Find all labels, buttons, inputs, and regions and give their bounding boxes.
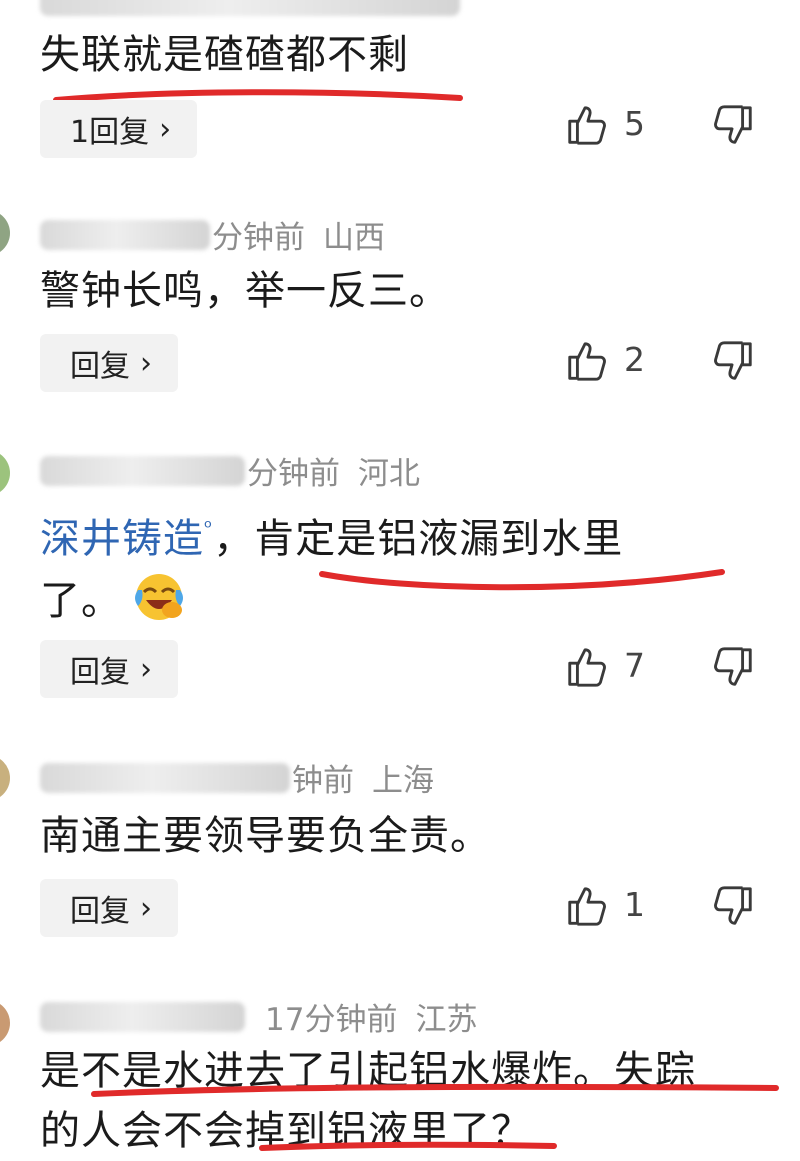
comment-item: 分钟前 河北 深井铸造ᵒ，肯定是铝液漏到水里 了。 回复 › 7 — [0, 440, 800, 730]
thumb-up-icon — [568, 106, 606, 145]
avatar — [0, 755, 10, 801]
like-count: 2 — [624, 340, 645, 379]
thumb-down-icon — [714, 105, 752, 144]
like-button[interactable] — [564, 644, 610, 690]
comment-text-line2: 了。 — [40, 570, 770, 630]
comment-item: 17分钟前 江苏 是不是水进去了引起铝水爆炸。失踪 的人会不会掉到铝液里了？ — [0, 990, 800, 1161]
like-count: 1 — [624, 885, 645, 924]
chevron-right-icon: › — [140, 651, 152, 687]
comment-text: 南通主要领导要负全责。 — [40, 813, 491, 859]
thumb-down-icon — [714, 341, 752, 380]
dislike-button[interactable] — [710, 102, 756, 148]
blurred-username — [40, 762, 290, 793]
comment-meta: 钟前 上海 — [40, 755, 434, 800]
avatar — [0, 1000, 10, 1046]
like-count: 7 — [624, 646, 645, 685]
comment-time: 分钟前 — [247, 456, 340, 492]
comment-location: 江苏 — [415, 1002, 478, 1038]
reply-button[interactable]: 1回复 › — [40, 100, 198, 158]
comment-item: 分钟前 山西 警钟长鸣，举一反三。 回复 › 2 — [0, 200, 800, 430]
chevron-right-icon: › — [159, 111, 172, 147]
comment-location: 河北 — [358, 456, 420, 492]
laughing-crying-emoji-icon — [135, 574, 183, 620]
comment-time: 17分钟前 — [265, 1002, 398, 1038]
comment-time: 钟前 — [292, 763, 354, 799]
blurred-username — [40, 455, 245, 486]
like-button[interactable] — [564, 102, 610, 148]
avatar — [0, 450, 10, 496]
blurred-username — [40, 1001, 245, 1032]
chevron-right-icon: › — [140, 890, 152, 926]
chevron-right-icon: › — [140, 345, 152, 381]
comment-meta: 17分钟前 江苏 — [40, 994, 477, 1039]
reply-button[interactable]: 回复 › — [40, 879, 178, 937]
reply-label: 1回复 — [70, 115, 150, 150]
comment-meta: 分钟前 山西 — [40, 212, 385, 257]
search-icon: ᵒ — [204, 515, 214, 539]
thumb-down-icon — [714, 647, 752, 686]
thumb-up-icon — [568, 648, 606, 687]
comment-meta: 分钟前 河北 — [40, 448, 420, 493]
reply-button[interactable]: 回复 › — [40, 334, 178, 392]
comment-text: 警钟长鸣，举一反三。 — [40, 268, 450, 314]
comment-text-line2: 的人会不会掉到铝液里了？ — [40, 1108, 532, 1154]
blurred-username — [40, 0, 460, 16]
blurred-username — [40, 219, 210, 250]
dislike-button[interactable] — [710, 644, 756, 690]
reply-button[interactable]: 回复 › — [40, 640, 178, 698]
mention-link[interactable]: 深井铸造ᵒ — [40, 515, 214, 562]
thumb-up-icon — [568, 342, 606, 381]
reply-label: 回复 — [70, 349, 130, 384]
thumb-down-icon — [714, 886, 752, 925]
comment-location: 上海 — [372, 763, 434, 799]
reply-label: 回复 — [70, 655, 130, 690]
avatar — [0, 210, 10, 256]
comment-text: 深井铸造ᵒ，肯定是铝液漏到水里 — [40, 515, 624, 562]
reply-label: 回复 — [70, 894, 130, 929]
comment-item: 失联就是碴碴都不剩 1回复 › 5 — [0, 0, 800, 180]
like-count: 5 — [624, 104, 645, 143]
comment-text: 失联就是碴碴都不剩 — [40, 32, 409, 78]
dislike-button[interactable] — [710, 338, 756, 384]
like-button[interactable] — [564, 883, 610, 929]
dislike-button[interactable] — [710, 883, 756, 929]
comment-item: 钟前 上海 南通主要领导要负全责。 回复 › 1 — [0, 745, 800, 975]
like-button[interactable] — [564, 338, 610, 384]
comment-text: 是不是水进去了引起铝水爆炸。失踪 — [40, 1048, 696, 1094]
thumb-up-icon — [568, 887, 606, 926]
comment-location: 山西 — [323, 220, 385, 256]
comment-time: 分钟前 — [212, 220, 305, 256]
comment-meta — [40, 0, 462, 16]
